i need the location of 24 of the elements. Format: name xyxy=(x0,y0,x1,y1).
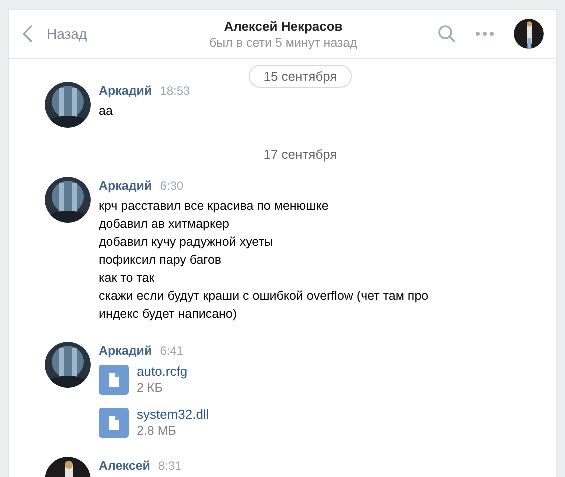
contact-name[interactable]: Алексей Некрасов xyxy=(224,18,343,34)
file-name[interactable]: auto.rcfg xyxy=(137,364,188,379)
file-size: 2 КБ xyxy=(137,381,164,395)
author-name[interactable]: Аркадий xyxy=(99,179,152,193)
more-icon[interactable] xyxy=(476,32,494,36)
file-name[interactable]: system32.dll xyxy=(137,407,210,422)
message-time: 6:41 xyxy=(160,344,184,358)
author-name[interactable]: Аркадий xyxy=(99,84,152,98)
message-time: 6:30 xyxy=(160,179,184,193)
search-icon[interactable] xyxy=(438,25,456,43)
online-status: был в сети 5 минут назад xyxy=(209,36,358,50)
message-time: 18:53 xyxy=(160,84,190,98)
author-name[interactable]: Аркадий xyxy=(99,344,152,358)
date-divider: 17 сентября xyxy=(264,147,338,162)
chevron-left-icon xyxy=(23,25,33,43)
message-time: 8:31 xyxy=(158,459,182,473)
back-link[interactable]: Назад xyxy=(23,25,173,43)
author-name[interactable]: Алексей xyxy=(99,459,150,473)
message-text: аа xyxy=(99,103,114,120)
file-size: 2.8 МБ xyxy=(137,424,178,438)
message-text: крч расставил все красива по менюшке добавил ав хитмаркер добавил кучу радужной хуеты пофиксил пару багов как то так скажи если будут краши с ошибкой overflow (чет там про индекс будет написано) xyxy=(99,198,429,323)
document-icon[interactable] xyxy=(99,364,129,394)
document-icon[interactable] xyxy=(99,408,129,438)
date-badge: 15 сентября xyxy=(248,65,352,88)
